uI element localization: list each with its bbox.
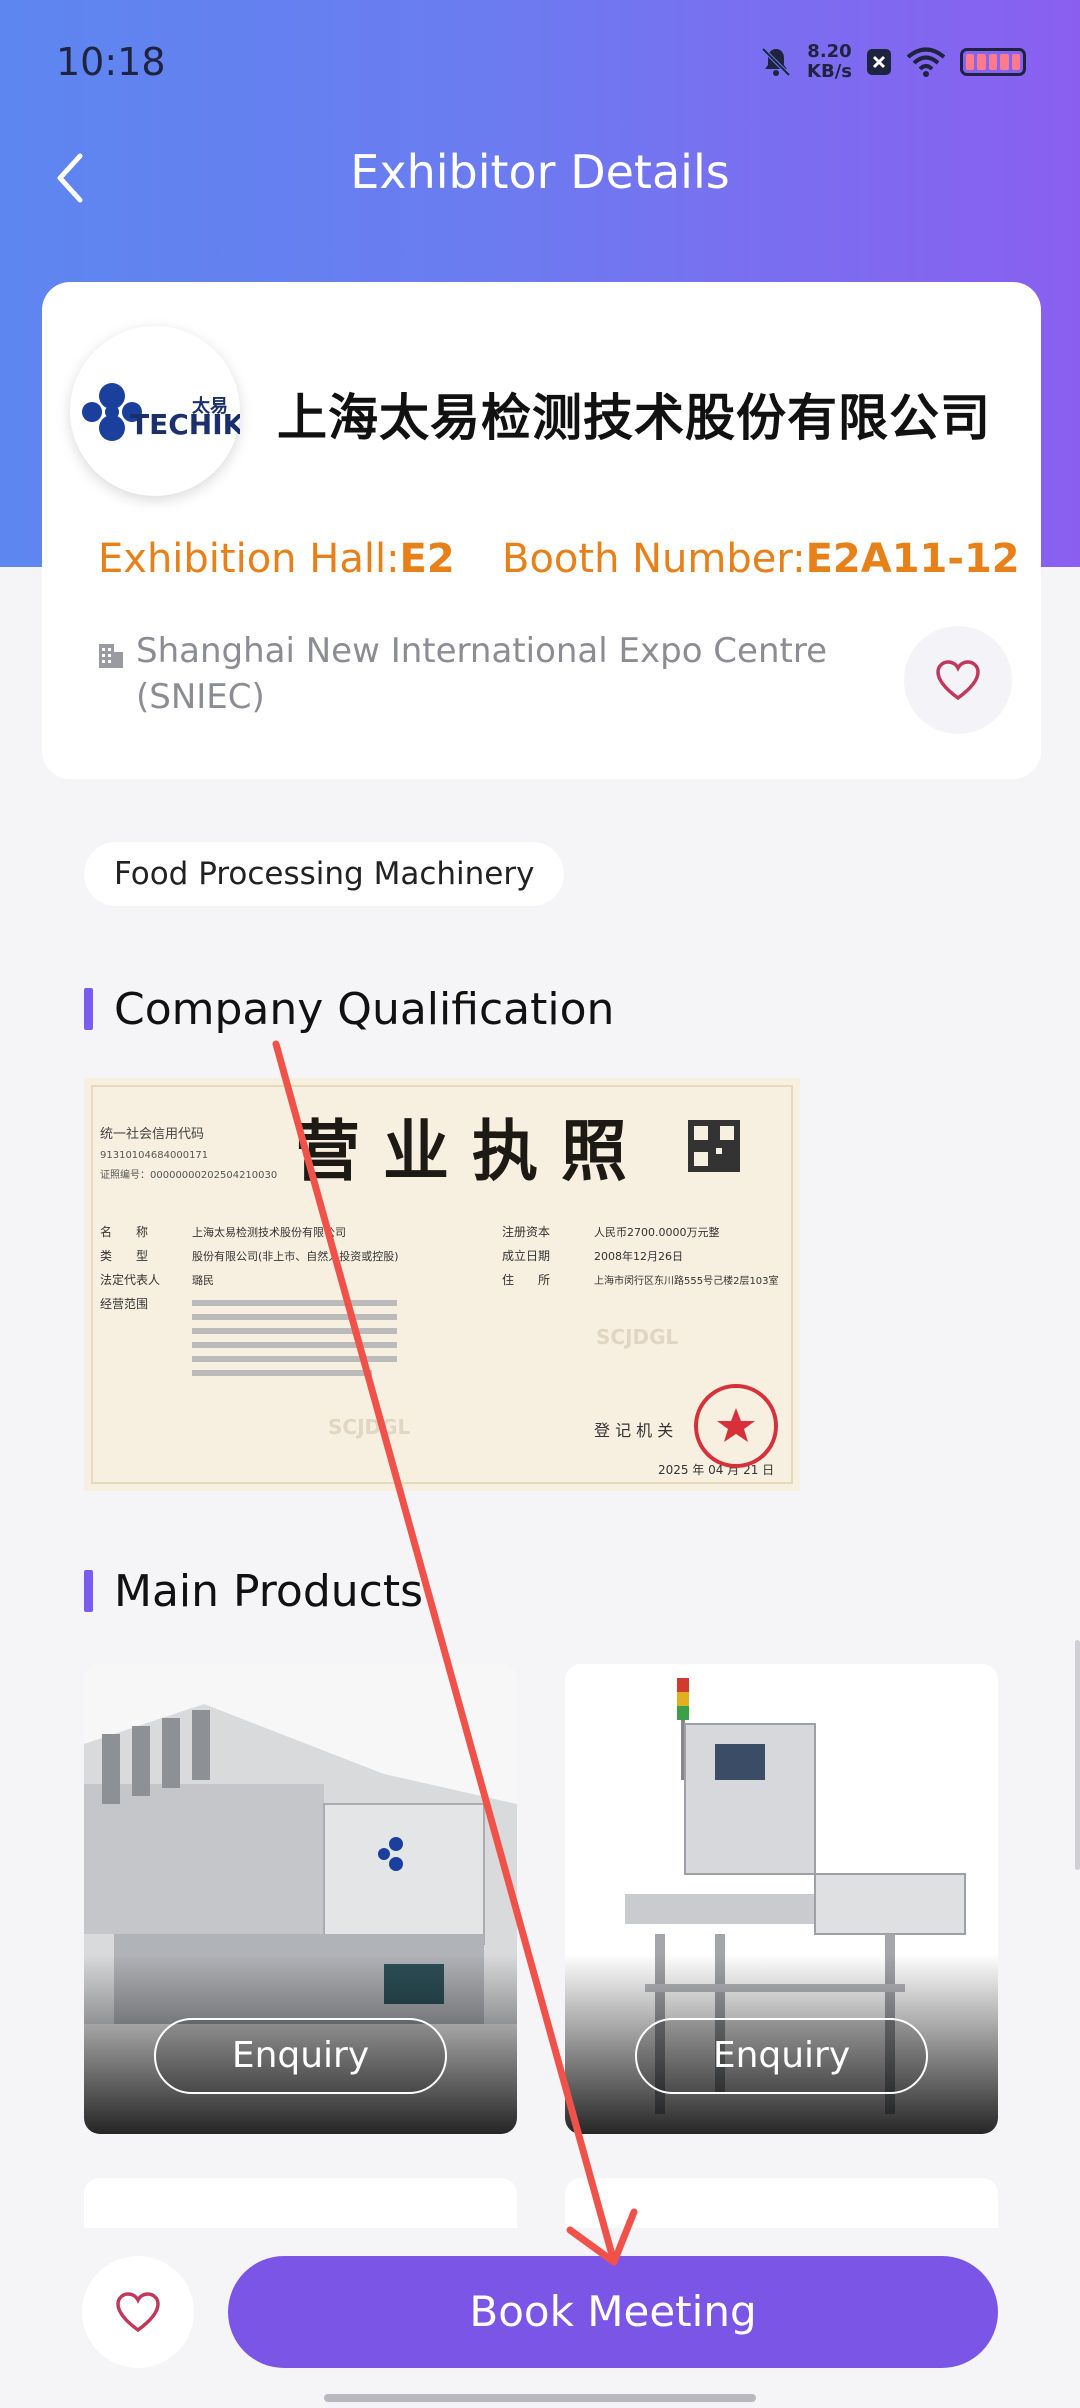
section-title-products: Main Products	[84, 1566, 423, 1617]
svg-text:登 记 机 关: 登 记 机 关	[594, 1421, 673, 1440]
net-speed-value: 8.20	[807, 41, 852, 62]
svg-text:法定代表人: 法定代表人	[100, 1272, 160, 1287]
hall-value: E2	[399, 536, 455, 582]
booth-value: E2A11-12	[805, 536, 1020, 582]
svg-text:上海太易检测技术股份有限公司: 上海太易检测技术股份有限公司	[192, 1225, 346, 1239]
home-indicator[interactable]	[324, 2394, 756, 2402]
mute-bell-icon	[761, 47, 791, 77]
svg-text:成立日期: 成立日期	[502, 1248, 550, 1263]
product-card-4[interactable]	[565, 2178, 998, 2228]
status-icons: 8.20 KB/s	[759, 42, 1026, 82]
venue-address: Shanghai New International Expo Centre (…	[136, 631, 827, 717]
svg-text:上海市闵行区东川路555号己楼2层103室: 上海市闵行区东川路555号己楼2层103室	[594, 1274, 779, 1287]
bottom-favorite-button[interactable]	[82, 2256, 194, 2368]
wifi-icon	[906, 47, 946, 77]
scrollbar[interactable]	[1075, 1640, 1080, 1870]
svg-text:证照编号：00000000202504210030: 证照编号：00000000202504210030	[100, 1168, 277, 1181]
heart-icon	[936, 660, 980, 701]
svg-text:经营范围: 经营范围	[100, 1297, 148, 1311]
category-tag[interactable]: Food Processing Machinery	[84, 842, 565, 906]
net-speed: 8.20 KB/s	[807, 42, 852, 82]
page-title: Exhibitor Details	[350, 145, 730, 199]
company-name: 上海太易检测技术股份有限公司	[277, 389, 991, 447]
svg-text:统一社会信用代码: 统一社会信用代码	[100, 1126, 204, 1142]
status-time: 10:18	[56, 40, 166, 84]
product-card-1[interactable]: Enquiry	[84, 1664, 517, 2134]
battery-icon	[960, 48, 1026, 76]
business-license-image[interactable]: 营 业 执 照 统一社会信用代码 91310104684000171 证照编号：…	[84, 1078, 800, 1491]
svg-text:类 型: 类 型	[100, 1249, 148, 1263]
svg-text:璐民: 璐民	[192, 1273, 214, 1287]
heart-icon	[116, 2292, 160, 2333]
svg-text:2025 年 04 月 21 日: 2025 年 04 月 21 日	[658, 1463, 774, 1477]
enquiry-button[interactable]: Enquiry	[154, 2018, 447, 2094]
section-title-qualification: Company Qualification	[84, 984, 614, 1035]
svg-text:住 所: 住 所	[502, 1273, 550, 1287]
book-meeting-button[interactable]: Book Meeting	[228, 2256, 998, 2368]
favorite-button[interactable]	[904, 626, 1012, 734]
status-bar: 10:18 8.20 KB/s	[0, 0, 1080, 120]
svg-text:SCJDGL: SCJDGL	[328, 1415, 411, 1439]
svg-text:人民币2700.0000万元整: 人民币2700.0000万元整	[594, 1225, 720, 1239]
svg-text:太易: 太易	[192, 395, 228, 417]
svg-text:名 称: 名 称	[100, 1224, 148, 1239]
techik-logo-icon: TECHIK 太易	[82, 383, 246, 441]
enquiry-button[interactable]: Enquiry	[635, 2018, 928, 2094]
product-card-2[interactable]: Enquiry	[565, 1664, 998, 2134]
exhibition-hall: Exhibition Hall:E2	[98, 536, 455, 582]
net-speed-unit: KB/s	[807, 61, 852, 82]
svg-text:91310104684000171: 91310104684000171	[100, 1150, 208, 1161]
svg-text:注册资本: 注册资本	[502, 1224, 550, 1239]
hall-label: Exhibition Hall:	[98, 536, 400, 582]
app-notification-icon	[867, 49, 891, 75]
svg-text:股份有限公司(非上市、自然人投资或控股): 股份有限公司(非上市、自然人投资或控股)	[192, 1249, 399, 1263]
product-card-3[interactable]	[84, 2178, 517, 2228]
svg-text:营 业 执 照: 营 业 执 照	[294, 1112, 627, 1190]
building-icon	[99, 644, 123, 668]
svg-text:2008年12月26日: 2008年12月26日	[594, 1249, 683, 1263]
booth-label: Booth Number:	[502, 536, 806, 582]
svg-text:SCJDGL: SCJDGL	[596, 1325, 679, 1349]
booth-number: Booth Number:E2A11-12	[502, 536, 1020, 582]
license-document: 营 业 执 照 统一社会信用代码 91310104684000171 证照编号：…	[84, 1078, 800, 1491]
company-logo: TECHIK 太易	[70, 326, 246, 496]
